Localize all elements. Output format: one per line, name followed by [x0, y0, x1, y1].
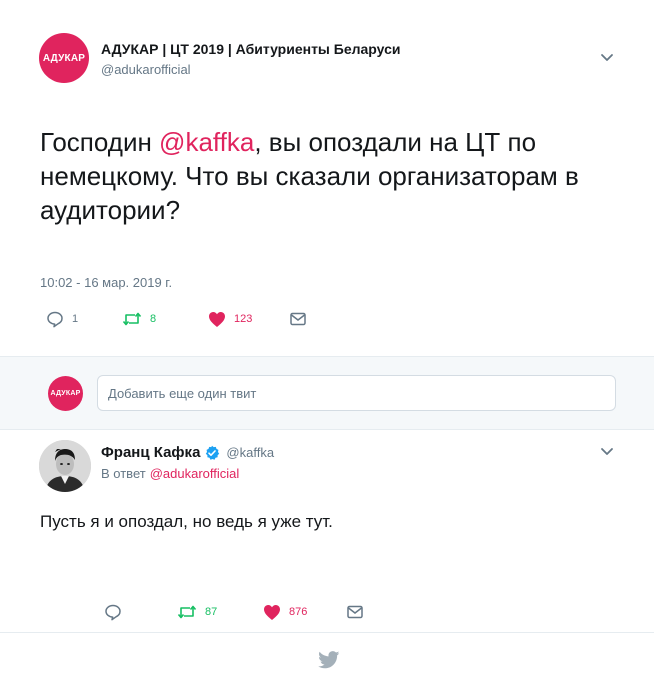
verified-icon — [206, 445, 220, 460]
chevron-down-icon[interactable] — [599, 443, 615, 459]
divider — [0, 429, 654, 430]
mail-icon — [347, 605, 363, 619]
reply-author-handle[interactable]: @kaffka — [226, 445, 274, 460]
reply-count: 1 — [72, 313, 79, 325]
mail-icon — [290, 312, 306, 326]
adukar-avatar[interactable]: АДУКАР — [39, 33, 89, 83]
retweet-count: 87 — [205, 606, 218, 618]
reply-button[interactable] — [104, 603, 177, 621]
kafka-avatar[interactable] — [39, 440, 91, 492]
tweet-timestamp[interactable]: 10:02 - 16 мар. 2019 г. — [40, 275, 172, 290]
compose-avatar: АДУКАР — [48, 376, 83, 411]
mention-link[interactable]: @kaffka — [159, 127, 254, 157]
direct-message-button[interactable] — [347, 605, 363, 619]
twitter-bird-icon[interactable] — [318, 651, 340, 669]
reply-tweet-actions: 87 876 — [104, 603, 363, 621]
like-button[interactable]: 123 — [208, 311, 290, 328]
tweet-text: Господин @kaffka, вы опоздали на ЦТ по н… — [40, 125, 630, 227]
reply-author-name[interactable]: Франц Кафка — [101, 444, 200, 461]
heart-icon — [264, 604, 280, 620]
main-tweet: АДУКАР АДУКАР | ЦТ 2019 | Абитуриенты Бе… — [0, 0, 654, 356]
retweet-count: 8 — [150, 313, 157, 325]
retweet-button[interactable]: 8 — [122, 310, 208, 328]
retweet-button[interactable]: 87 — [177, 603, 263, 621]
tweet-actions: 1 8 123 — [46, 310, 306, 328]
author-name[interactable]: АДУКАР | ЦТ 2019 | Абитуриенты Беларуси — [101, 41, 401, 57]
chevron-down-icon[interactable] — [599, 49, 615, 65]
reply-tweet-text: Пусть я и опоздал, но ведь я уже тут. — [40, 512, 333, 531]
like-count: 123 — [234, 313, 253, 325]
tweet-text-start: Господин — [40, 127, 160, 157]
like-button[interactable]: 876 — [263, 604, 347, 621]
reply-author-row: Франц Кафка @kaffka — [101, 444, 274, 461]
compose-input[interactable] — [97, 375, 616, 411]
heart-icon — [209, 311, 225, 327]
like-count: 876 — [289, 606, 308, 618]
retweet-icon — [122, 312, 142, 326]
reply-mention-link[interactable]: @adukarofficial — [150, 466, 240, 481]
reply-icon — [47, 311, 63, 328]
direct-message-button[interactable] — [290, 312, 306, 326]
reply-context: В ответ @adukarofficial — [101, 466, 239, 481]
reply-icon — [105, 604, 121, 621]
author-handle[interactable]: @adukarofficial — [101, 62, 191, 77]
reply-button[interactable]: 1 — [46, 310, 122, 328]
reply-prefix: В ответ — [101, 466, 146, 481]
retweet-icon — [177, 605, 197, 619]
